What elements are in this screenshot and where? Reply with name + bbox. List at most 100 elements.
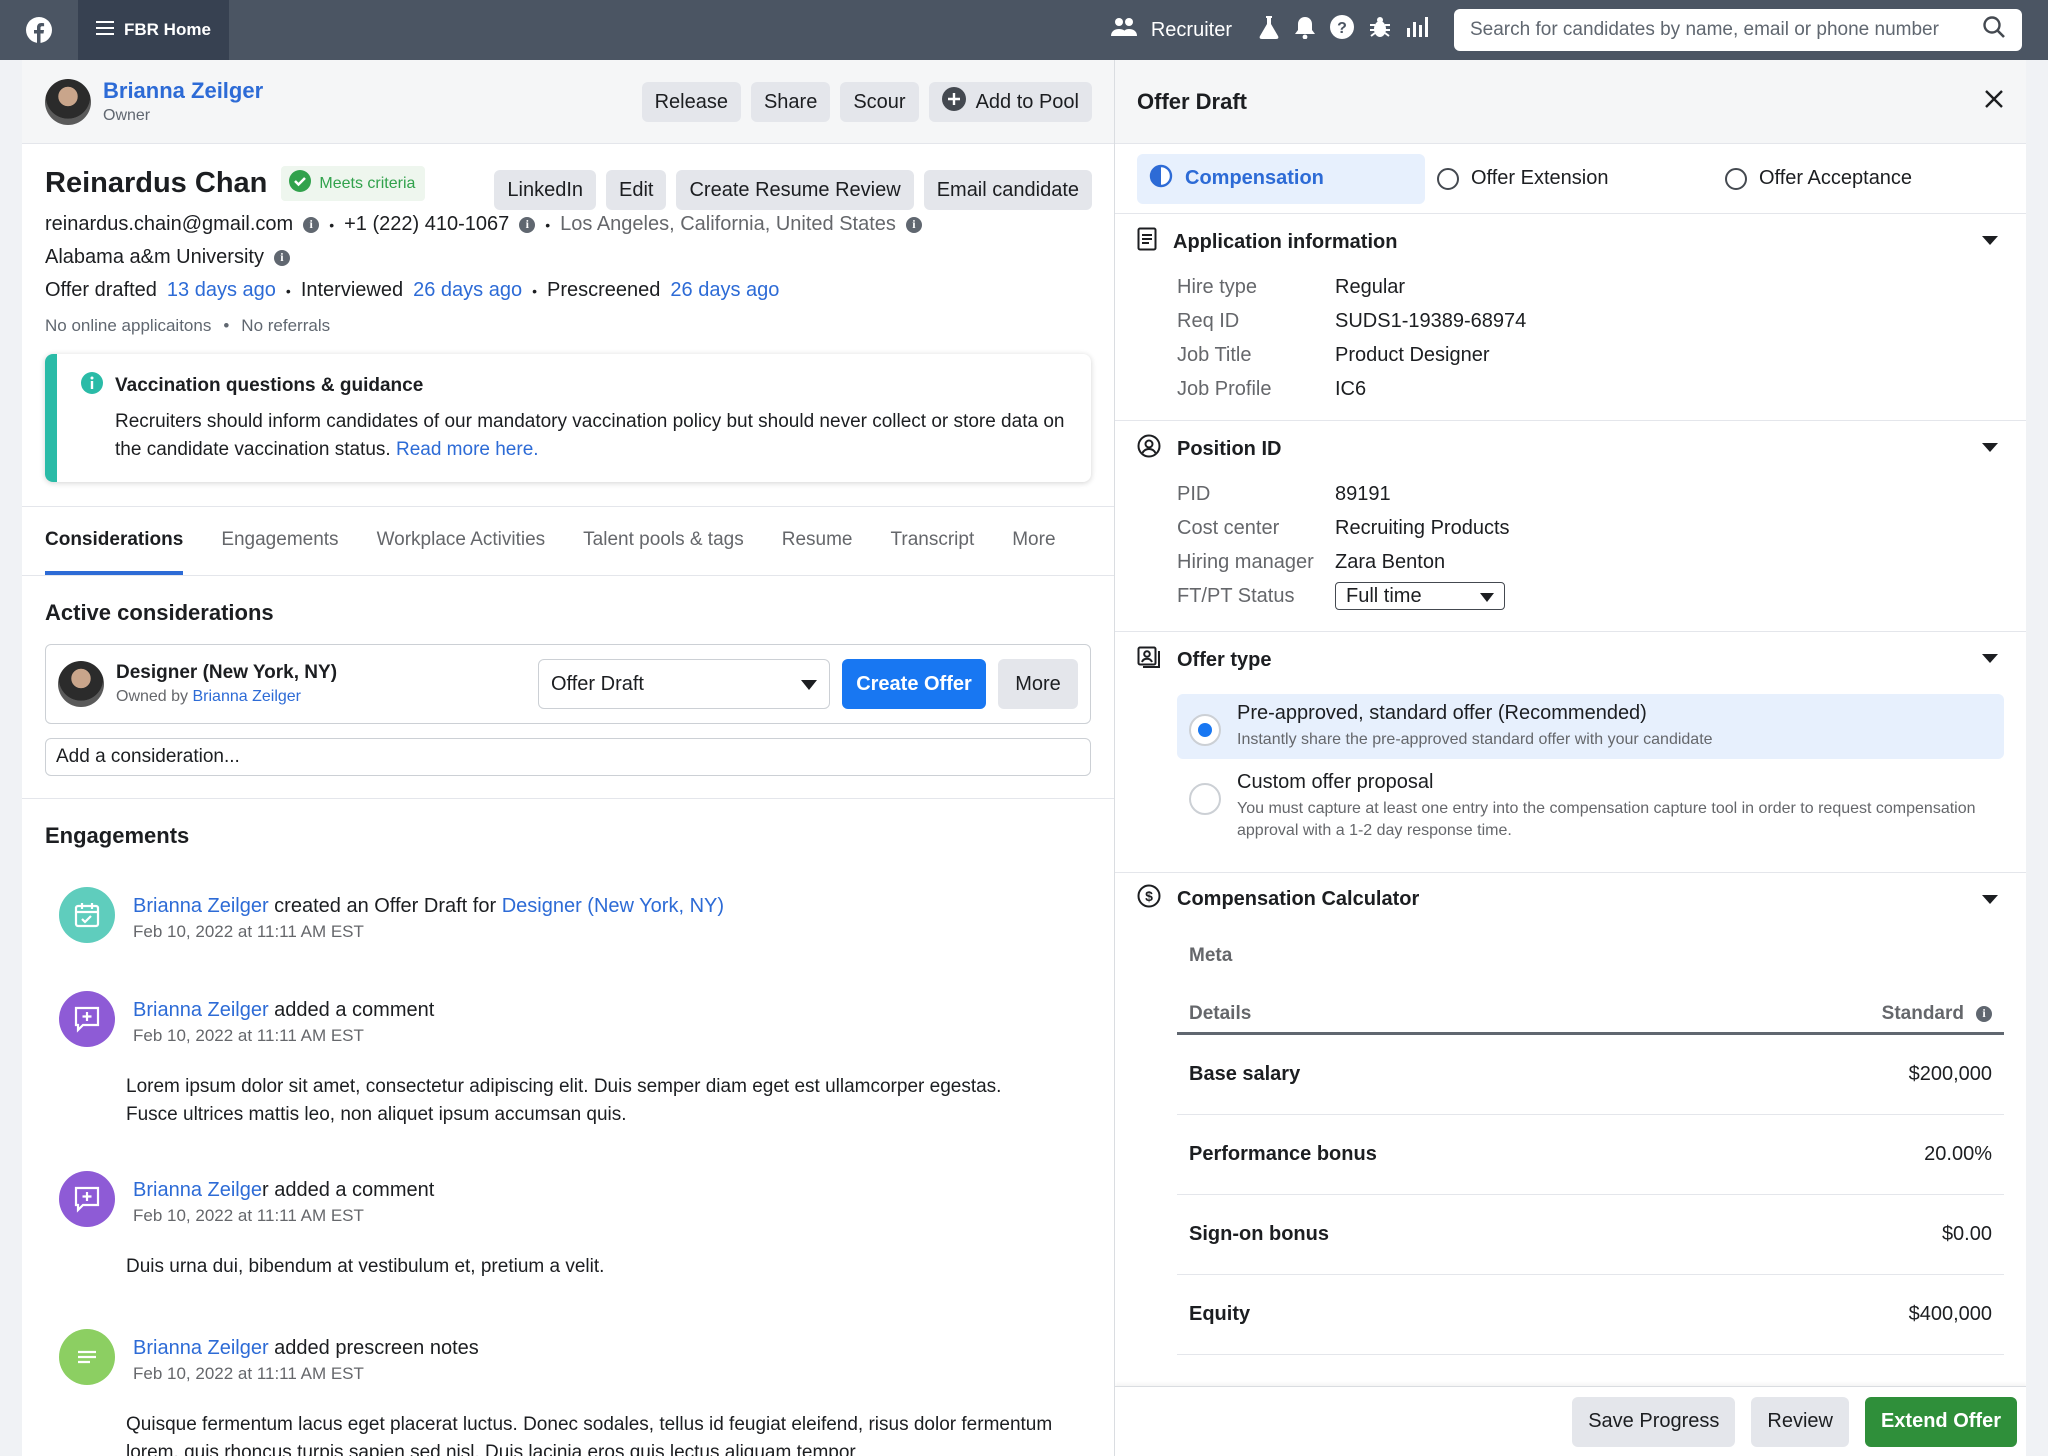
timeline-prescreen-when[interactable]: 26 days ago <box>670 279 779 302</box>
edit-button[interactable]: Edit <box>606 170 667 210</box>
offer-option-standard-title: Pre-approved, standard offer (Recommende… <box>1237 702 1647 724</box>
extend-offer-button[interactable]: Extend Offer <box>1864 1396 2017 1447</box>
position-id-title: Position ID <box>1177 437 1282 460</box>
save-progress-button[interactable]: Save Progress <box>1572 1396 1736 1447</box>
bell-icon[interactable] <box>1294 15 1316 45</box>
info-icon[interactable]: i <box>303 216 320 233</box>
position-id-section: Position ID PID 89191 Cost center Recruiti… <box>1115 421 2026 632</box>
collapse-caret-icon[interactable] <box>1982 443 1998 452</box>
home-menu-button[interactable]: FBR Home <box>78 0 229 60</box>
timeline-interview-when[interactable]: 26 days ago <box>413 279 522 302</box>
offer-type-title: Offer type <box>1177 648 1272 671</box>
position-id-header[interactable]: Position ID <box>1137 421 2004 477</box>
people-icon[interactable] <box>1110 16 1137 44</box>
bar-chart-icon[interactable] <box>1406 16 1428 44</box>
flask-icon[interactable] <box>1258 15 1280 45</box>
scour-button[interactable]: Scour <box>840 82 919 122</box>
job-title-label: Job Title <box>1177 343 1252 366</box>
engagement-actor[interactable]: Brianna Zeilger <box>133 1337 269 1359</box>
add-to-pool-button[interactable]: Add to Pool <box>928 82 1092 122</box>
id-card-icon <box>1137 646 1161 674</box>
engagement-target[interactable]: Designer (New York, NY) <box>502 895 724 917</box>
home-label: FBR Home <box>124 20 211 39</box>
tab-transcript[interactable]: Transcript <box>890 529 974 575</box>
stage-select[interactable]: Offer Draft <box>538 659 830 709</box>
radio-selected[interactable] <box>1189 714 1221 746</box>
step-compensation[interactable]: Compensation <box>1137 153 1425 204</box>
share-button[interactable]: Share <box>750 82 831 122</box>
ftpt-status-select[interactable]: Full time <box>1335 582 1505 610</box>
base-salary-label: Base salary <box>1189 1063 1301 1085</box>
offer-option-standard[interactable]: Pre-approved, standard offer (Recommende… <box>1177 694 2004 759</box>
offer-option-custom[interactable]: Custom offer proposal You must capture a… <box>1177 763 2004 850</box>
engagement-actor[interactable]: Brianna Zeilge <box>133 1179 262 1201</box>
owner-avatar[interactable] <box>45 78 91 125</box>
search-input[interactable] <box>1470 19 1970 41</box>
offer-option-custom-desc: You must capture at least one entry into… <box>1237 800 1976 839</box>
candidate-school: Alabama a&m University <box>45 246 264 268</box>
top-bar: FBR Home Recruiter ? <box>0 0 2048 60</box>
svg-text:$: $ <box>1145 888 1153 904</box>
tab-talent-pools[interactable]: Talent pools & tags <box>583 529 744 575</box>
engagement-actor[interactable]: Brianna Zeilger <box>133 999 269 1021</box>
alert-title: Vaccination questions & guidance <box>115 375 424 396</box>
offer-steps: Compensation Offer Extension Offer Accep… <box>1115 144 2026 214</box>
radio-unselected[interactable] <box>1189 783 1221 815</box>
application-information-header[interactable]: Application information <box>1137 214 2004 270</box>
release-button[interactable]: Release <box>641 82 741 122</box>
calendar-check-icon <box>59 887 115 943</box>
create-offer-button[interactable]: Create Offer <box>842 659 986 709</box>
step-offer-acceptance[interactable]: Offer Acceptance <box>1713 154 2001 204</box>
consideration-more-button[interactable]: More <box>998 659 1078 709</box>
details-column-header: Details <box>1189 1002 1252 1024</box>
consideration-title[interactable]: Designer (New York, NY) <box>116 662 337 684</box>
cost-center-label: Cost center <box>1177 516 1280 539</box>
collapse-caret-icon[interactable] <box>1982 895 1998 904</box>
facebook-logo-icon[interactable] <box>0 0 78 60</box>
tab-resume[interactable]: Resume <box>782 529 853 575</box>
info-icon[interactable]: i <box>519 216 536 233</box>
timeline-interview-label: Interviewed <box>300 279 404 301</box>
comment-add-icon <box>59 1171 115 1227</box>
svg-text:?: ? <box>1337 20 1347 37</box>
info-icon[interactable]: i <box>905 216 922 233</box>
tab-workplace-activities[interactable]: Workplace Activities <box>377 529 546 575</box>
read-more-link[interactable]: Read more here. <box>396 439 539 460</box>
role-label[interactable]: Recruiter <box>1151 19 1232 42</box>
candidate-email[interactable]: reinardus.chain@gmail.com <box>45 213 293 236</box>
info-icon[interactable]: i <box>273 249 290 266</box>
bug-icon[interactable] <box>1368 15 1392 45</box>
calculator-row: Equity $400,000 <box>1177 1275 2004 1355</box>
step-offer-extension[interactable]: Offer Extension <box>1425 154 1713 204</box>
candidate-location: Los Angeles, California, United States <box>560 213 896 235</box>
document-icon <box>1137 227 1157 257</box>
info-icon[interactable]: i <box>1976 1005 1992 1022</box>
close-icon[interactable] <box>1984 89 2004 115</box>
tab-engagements[interactable]: Engagements <box>221 529 338 575</box>
engagement-time: Feb 10, 2022 at 11:11 AM EST <box>133 1206 364 1225</box>
candidate-phone[interactable]: +1 (222) 410-1067 <box>344 213 509 236</box>
owner-name[interactable]: Brianna Zeilger <box>103 78 263 104</box>
tab-more[interactable]: More <box>1012 529 1055 575</box>
collapse-caret-icon[interactable] <box>1982 236 1998 245</box>
engagement-time: Feb 10, 2022 at 11:11 AM EST <box>133 1364 364 1383</box>
compensation-calculator-header[interactable]: $ Compensation Calculator <box>1137 873 2004 925</box>
add-consideration-input[interactable]: Add a consideration... <box>45 738 1091 776</box>
engagement-actor[interactable]: Brianna Zeilger <box>133 895 269 917</box>
help-icon[interactable]: ? <box>1330 15 1354 45</box>
create-resume-review-button[interactable]: Create Resume Review <box>676 170 914 210</box>
email-candidate-button[interactable]: Email candidate <box>923 170 1092 210</box>
company-label: Meta <box>1189 945 1233 966</box>
consideration-owner[interactable]: Brianna Zeilger <box>193 688 302 705</box>
tab-considerations[interactable]: Considerations <box>45 529 184 575</box>
separator: • <box>532 282 537 299</box>
criteria-label: Meets criteria <box>319 174 416 192</box>
search-icon[interactable] <box>1982 15 2006 45</box>
timeline-offer-when[interactable]: 13 days ago <box>167 279 276 302</box>
collapse-caret-icon[interactable] <box>1982 654 1998 663</box>
offer-type-header[interactable]: Offer type <box>1137 632 2004 688</box>
candidate-header: Reinardus Chan Meets criteria LinkedIn E… <box>22 144 1114 482</box>
alert-body: Recruiters should inform candidates of o… <box>115 411 1065 460</box>
review-button[interactable]: Review <box>1751 1396 1849 1447</box>
linkedin-button[interactable]: LinkedIn <box>494 170 597 210</box>
